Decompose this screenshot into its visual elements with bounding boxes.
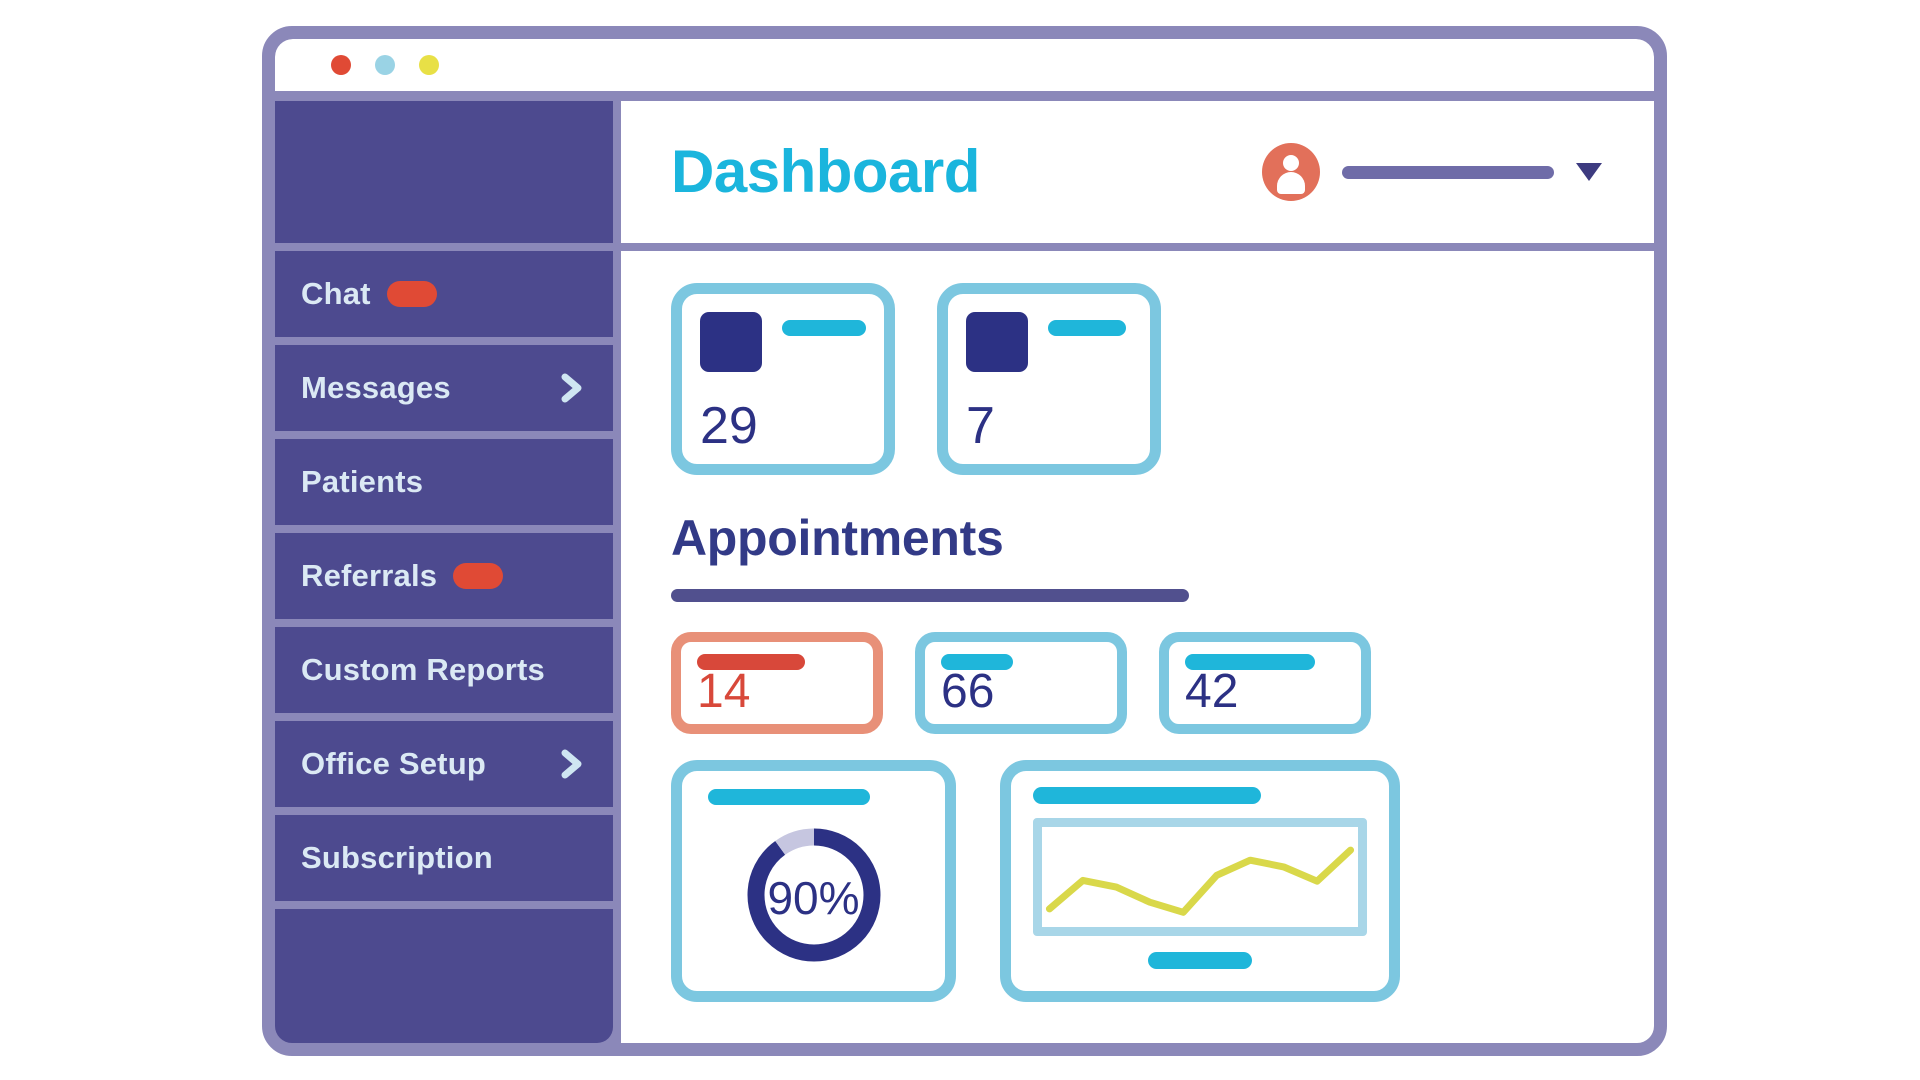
donut-chart-value: 90% xyxy=(767,871,860,924)
stat-card-header xyxy=(700,312,866,372)
line-card-title-placeholder xyxy=(1033,787,1261,804)
charts-row: 90% xyxy=(671,760,1604,1002)
user-name-placeholder xyxy=(1342,165,1554,179)
chevron-right-icon xyxy=(557,372,587,404)
minimize-window-button[interactable] xyxy=(375,55,395,75)
stat-card-value: 29 xyxy=(700,397,758,455)
stat-card[interactable]: 29 xyxy=(671,283,895,475)
sidebar: Chat Messages Patients Referrals Custom … xyxy=(275,101,613,1043)
metric-card[interactable]: 14 xyxy=(671,632,883,734)
square-icon xyxy=(966,312,1028,372)
sidebar-item-label: Chat xyxy=(301,276,371,311)
stat-card-header xyxy=(966,312,1132,372)
sidebar-item-custom-reports[interactable]: Custom Reports xyxy=(275,627,613,713)
sidebar-logo-area xyxy=(275,101,613,243)
stat-card[interactable]: 7 xyxy=(937,283,1161,475)
metric-card-value: 66 xyxy=(941,665,995,718)
caret-down-icon[interactable] xyxy=(1576,163,1602,181)
metric-card-value: 14 xyxy=(697,665,751,718)
close-window-button[interactable] xyxy=(331,55,351,75)
line-chart-card[interactable] xyxy=(1000,760,1400,1002)
sidebar-item-label: Patients xyxy=(301,464,424,499)
line-card-footer-placeholder xyxy=(1148,952,1252,969)
chevron-right-icon xyxy=(557,748,587,780)
browser-window: Chat Messages Patients Referrals Custom … xyxy=(262,26,1667,1056)
sidebar-item-patients[interactable]: Patients xyxy=(275,439,613,525)
maximize-window-button[interactable] xyxy=(419,55,439,75)
sidebar-item-subscription[interactable]: Subscription xyxy=(275,815,613,901)
sidebar-item-label: Office Setup xyxy=(301,746,486,781)
stat-card-title-placeholder xyxy=(782,320,866,336)
page-header: Dashboard xyxy=(621,101,1654,243)
metric-card[interactable]: 42 xyxy=(1159,632,1371,734)
main-content: 29 7 Appointments 14 66 42 90% xyxy=(621,251,1654,1043)
screenshot-root: Chat Messages Patients Referrals Custom … xyxy=(0,0,1920,1080)
metric-cards-row: 14 66 42 xyxy=(671,632,1604,734)
stat-card-value: 7 xyxy=(966,397,995,455)
user-avatar-icon xyxy=(1262,143,1320,201)
metric-card-value: 42 xyxy=(1185,665,1239,718)
square-icon xyxy=(700,312,762,372)
stat-card-title-placeholder xyxy=(1048,320,1126,336)
sidebar-filler xyxy=(275,909,613,1043)
stat-cards-row: 29 7 xyxy=(671,283,1604,475)
sidebar-item-label: Subscription xyxy=(301,840,493,875)
sidebar-item-label: Messages xyxy=(301,370,451,405)
window-titlebar xyxy=(275,39,1654,91)
donut-chart-card[interactable]: 90% xyxy=(671,760,956,1002)
line-chart-plot-area xyxy=(1033,818,1367,936)
page-title: Dashboard xyxy=(671,138,980,205)
donut-chart: 90% xyxy=(738,819,890,976)
metric-card[interactable]: 66 xyxy=(915,632,1127,734)
sidebar-item-messages[interactable]: Messages xyxy=(275,345,613,431)
donut-card-title-placeholder xyxy=(708,789,870,805)
sidebar-item-chat[interactable]: Chat xyxy=(275,251,613,337)
line-chart-svg xyxy=(1042,827,1358,927)
sidebar-item-label: Custom Reports xyxy=(301,652,545,687)
notification-badge xyxy=(453,563,504,589)
notification-badge xyxy=(386,281,437,307)
user-menu[interactable] xyxy=(1262,143,1602,201)
sidebar-item-label: Referrals xyxy=(301,558,438,593)
sidebar-item-office-setup[interactable]: Office Setup xyxy=(275,721,613,807)
section-divider xyxy=(671,589,1189,602)
sidebar-item-referrals[interactable]: Referrals xyxy=(275,533,613,619)
section-heading: Appointments xyxy=(671,510,1004,566)
